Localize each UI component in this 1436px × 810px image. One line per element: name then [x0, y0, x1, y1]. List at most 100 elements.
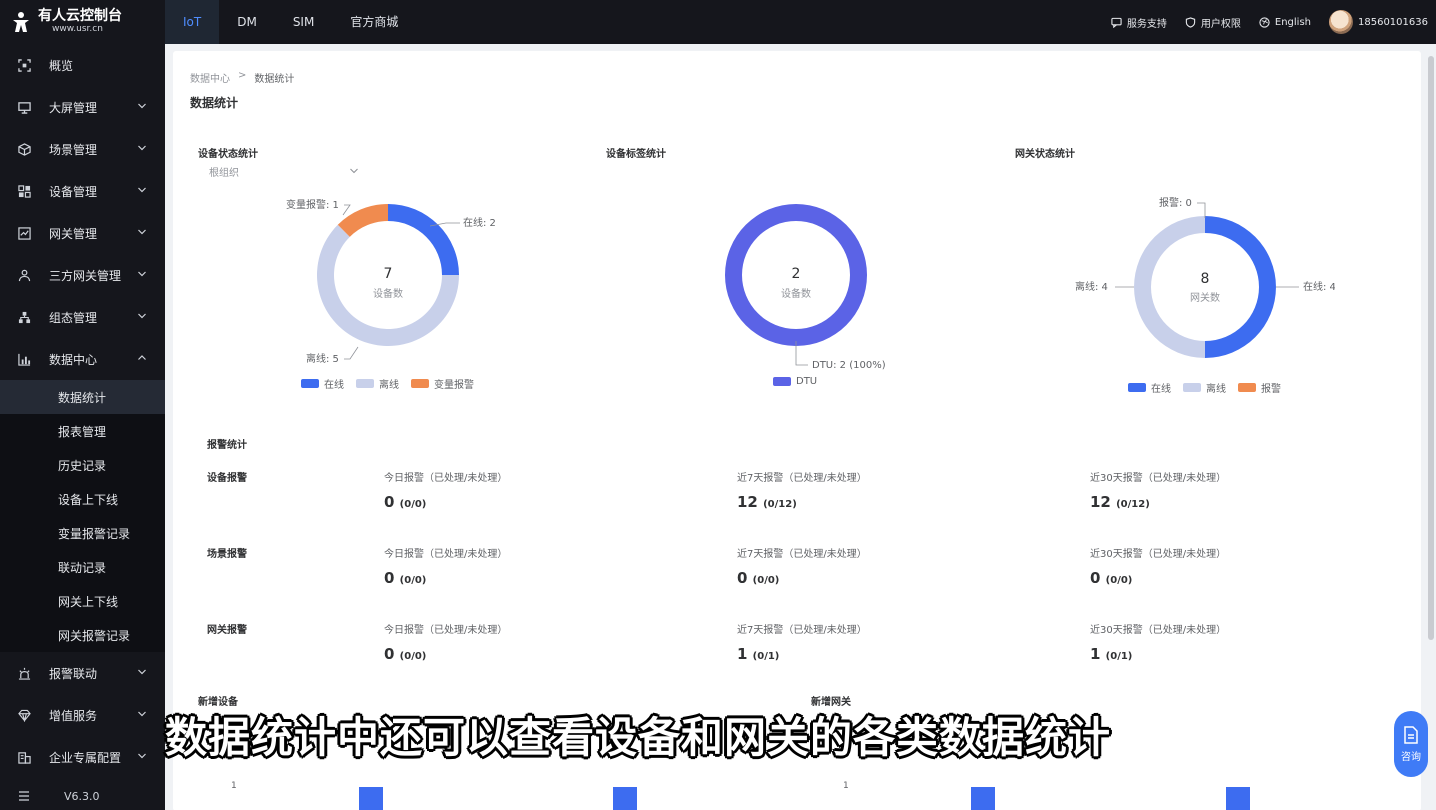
- alarm-cell-label: 近30天报警（已处理/未处理）: [1090, 625, 1227, 636]
- sidebar-item-value-added[interactable]: 增值服务: [0, 694, 165, 736]
- language-label: English: [1274, 16, 1311, 28]
- alarm-row-gateway: 网关报警 今日报警（已处理/未处理） 0 (0/0) 近7天报警（已处理/未处理…: [195, 611, 1403, 687]
- consult-button[interactable]: 咨询: [1394, 711, 1428, 777]
- nav-dm[interactable]: DM: [219, 0, 275, 44]
- alarm-row-label: 设备报警: [207, 473, 247, 484]
- device-tag-donut: 2 设备数 DTU: 2 (100%): [724, 204, 886, 371]
- overview-icon: [18, 58, 31, 72]
- label-gateway-alarm: 报警: 0: [1159, 196, 1192, 209]
- org-select[interactable]: 根组织: [209, 164, 359, 180]
- sidebar-sub-gateway-online[interactable]: 网关上下线: [0, 584, 165, 618]
- device-tag-title: 设备标签统计: [606, 149, 666, 160]
- alarm-cell-label: 近7天报警（已处理/未处理）: [737, 625, 867, 636]
- third-party-icon: [18, 269, 31, 281]
- breadcrumb-current: 数据统计: [254, 74, 295, 85]
- version-label: V6.3.0: [64, 789, 100, 803]
- breadcrumb-separator: >: [238, 70, 247, 81]
- legend-label: DTU: [796, 376, 818, 387]
- permissions-label: 用户权限: [1200, 18, 1241, 30]
- donut-slice-0[interactable]: [1205, 216, 1276, 358]
- sidebar-item-data-center[interactable]: 数据中心: [0, 338, 165, 380]
- alarm-cell-value: 12 (0/12): [1090, 493, 1226, 511]
- permissions-link[interactable]: 用户权限: [1185, 15, 1241, 30]
- sidebar-sub-variable-alarms[interactable]: 变量报警记录: [0, 516, 165, 550]
- sidebar-item-label: 设备管理: [49, 184, 98, 199]
- brand-url: www.usr.cn: [52, 23, 103, 34]
- sidebar-sub-data-stats[interactable]: 数据统计: [0, 380, 165, 414]
- alarm-cell-7days: 近7天报警（已处理/未处理） 1 (0/1): [737, 621, 867, 663]
- sidebar-item-label: 概览: [49, 58, 74, 73]
- legend-offline[interactable]: 离线: [1183, 380, 1226, 395]
- sidebar-item-alarm-linkage[interactable]: 报警联动: [0, 652, 165, 694]
- nav-store[interactable]: 官方商城: [332, 0, 416, 44]
- label-online: 在线: 2: [463, 216, 496, 229]
- sidebar-item-screens[interactable]: 大屏管理: [0, 86, 165, 128]
- support-link[interactable]: 服务支持: [1111, 15, 1167, 30]
- config-icon: [18, 311, 31, 323]
- alarm-cell-7days: 近7天报警（已处理/未处理） 0 (0/0): [737, 545, 867, 587]
- alarm-cell-value: 0 (0/0): [384, 569, 507, 587]
- legend-variable-alarm[interactable]: 变量报警: [411, 376, 474, 391]
- alarm-cell-label: 近30天报警（已处理/未处理）: [1090, 473, 1227, 484]
- alarm-count: 1: [1090, 645, 1101, 663]
- language-switch[interactable]: English: [1259, 17, 1311, 28]
- legend-offline[interactable]: 离线: [356, 376, 399, 391]
- device-icon: [18, 184, 31, 198]
- device-tag-total-label: 设备数: [781, 287, 811, 300]
- sidebar-item-devices[interactable]: 设备管理: [0, 170, 165, 212]
- alarm-cell-value: 1 (0/1): [1090, 645, 1226, 663]
- legend-dtu[interactable]: DTU: [773, 376, 817, 387]
- screen-icon: [18, 101, 31, 114]
- alarm-count: 0: [737, 569, 748, 587]
- sidebar-item-gateways[interactable]: 网关管理: [0, 212, 165, 254]
- brand[interactable]: 有人云控制台 www.usr.cn: [0, 0, 165, 44]
- chevron-down-icon: [138, 669, 146, 675]
- sidebar-item-third-party[interactable]: 三方网关管理: [0, 254, 165, 296]
- consult-label: 咨询: [1401, 751, 1421, 763]
- alarm-count: 1: [737, 645, 748, 663]
- bar-new-device: [613, 787, 637, 810]
- legend-alarm[interactable]: 报警: [1238, 380, 1281, 395]
- alarm-cell-value: 0 (0/0): [384, 493, 507, 511]
- alarm-cell-today: 今日报警（已处理/未处理） 0 (0/0): [384, 469, 507, 511]
- donut-slice-0[interactable]: [388, 204, 459, 275]
- nav-iot[interactable]: IoT: [165, 0, 220, 44]
- sidebar-item-scenes[interactable]: 场景管理: [0, 128, 165, 170]
- alarm-cell-today: 今日报警（已处理/未处理） 0 (0/0): [384, 545, 507, 587]
- device-status-total-label: 设备数: [373, 287, 403, 300]
- scrollbar[interactable]: [1428, 56, 1434, 640]
- donut-slice-2[interactable]: [337, 204, 388, 237]
- collapse-menu-icon[interactable]: [18, 790, 30, 802]
- legend-online[interactable]: 在线: [301, 376, 344, 391]
- user-menu[interactable]: 18560101636: [1329, 10, 1428, 34]
- legend-label: 变量报警: [434, 380, 474, 391]
- sidebar-item-label: 企业专属配置: [49, 750, 122, 765]
- sidebar-item-label: 网关管理: [49, 226, 98, 241]
- sidebar-sub-device-online[interactable]: 设备上下线: [0, 482, 165, 516]
- sidebar-sub-linkage-records[interactable]: 联动记录: [0, 550, 165, 584]
- sidebar-item-config[interactable]: 组态管理: [0, 296, 165, 338]
- alarm-ratio: (0/0): [1105, 575, 1133, 586]
- sidebar-item-label: 数据中心: [49, 352, 98, 367]
- page-title: 数据统计: [190, 96, 239, 110]
- video-caption: 数据统计中还可以查看设备和网关的各类数据统计: [165, 713, 1112, 762]
- gateway-status-donut: 8 网关数 报警: 0 离线: 4 在线: 4: [1075, 196, 1335, 358]
- alarm-stats-title: 报警统计: [207, 440, 247, 451]
- alarm-ratio: (0/0): [752, 575, 780, 586]
- breadcrumb-parent[interactable]: 数据中心: [190, 70, 230, 85]
- donut-slice-1[interactable]: [1134, 216, 1205, 358]
- chevron-up-icon: [138, 355, 146, 360]
- nav-sim[interactable]: SIM: [275, 0, 333, 44]
- sidebar-sub-gateway-alarms[interactable]: 网关报警记录: [0, 618, 165, 652]
- alarm-count: 12: [737, 493, 758, 511]
- sidebar-sub-history[interactable]: 历史记录: [0, 448, 165, 482]
- chart-icon: [18, 353, 31, 366]
- legend-online[interactable]: 在线: [1128, 380, 1171, 395]
- sidebar-item-overview[interactable]: 概览: [0, 44, 165, 86]
- sidebar-item-enterprise[interactable]: 企业专属配置: [0, 736, 165, 778]
- gateway-status-total: 8: [1201, 271, 1210, 287]
- sidebar-sub-reports[interactable]: 报表管理: [0, 414, 165, 448]
- bar-new-gateway: [1226, 787, 1250, 810]
- chevron-down-icon: [138, 103, 146, 109]
- sidebar-item-label: 三方网关管理: [49, 268, 122, 283]
